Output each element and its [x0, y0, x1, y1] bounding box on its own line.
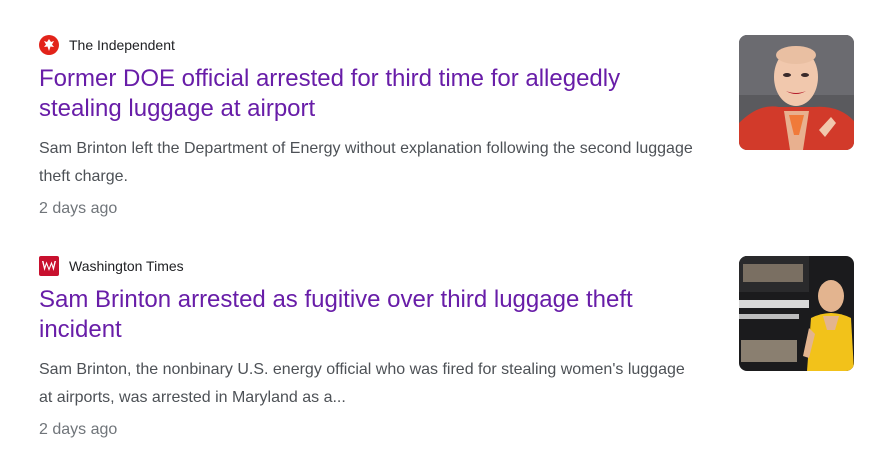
news-source[interactable]: The Independent	[39, 35, 175, 55]
source-name: Washington Times	[69, 258, 184, 274]
source-name: The Independent	[69, 37, 175, 53]
article-timestamp: 2 days ago	[39, 200, 118, 217]
news-card[interactable]: The Independent Former DOE official arre…	[39, 35, 854, 235]
article-snippet: Sam Brinton, the nonbinary U.S. energy o…	[39, 361, 685, 406]
article-snippet: Sam Brinton left the Department of Energ…	[39, 140, 693, 185]
article-thumbnail[interactable]	[739, 35, 854, 150]
article-timestamp: 2 days ago	[39, 421, 118, 438]
washington-times-w-icon	[39, 256, 59, 276]
news-source[interactable]: Washington Times	[39, 256, 184, 276]
news-card[interactable]: Washington Times Sam Brinton arrested as…	[39, 256, 854, 456]
headline-link[interactable]: Sam Brinton arrested as fugitive over th…	[39, 285, 679, 345]
article-thumbnail[interactable]	[739, 256, 854, 371]
independent-eagle-icon	[39, 35, 59, 55]
headline-link[interactable]: Former DOE official arrested for third t…	[39, 64, 679, 124]
